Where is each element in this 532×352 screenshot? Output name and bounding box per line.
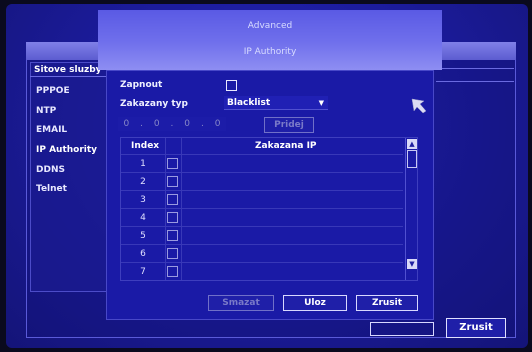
row-checkbox[interactable]: [167, 212, 178, 223]
dialog-titlebar: Advanced IP Authority: [98, 10, 442, 70]
ip-octet-1[interactable]: 0: [123, 119, 129, 129]
table-row[interactable]: 5: [121, 226, 403, 244]
ip-octet-2[interactable]: 0: [154, 119, 160, 129]
side-menu-header: Sitove sluzby: [34, 65, 102, 75]
table-row[interactable]: 4: [121, 208, 403, 226]
list-type-value: Blacklist: [227, 98, 271, 108]
side-menu: [30, 62, 112, 292]
side-menu-item-ntp[interactable]: NTP: [36, 106, 56, 116]
row-checkbox[interactable]: [167, 194, 178, 205]
table-row[interactable]: 7: [121, 262, 403, 280]
background-cancel-button[interactable]: Zrusit: [446, 318, 506, 338]
row-index: 3: [140, 195, 146, 205]
row-index: 4: [140, 213, 146, 223]
ip-octet-4[interactable]: 0: [215, 119, 221, 129]
row-checkbox[interactable]: [167, 230, 178, 241]
row-index: 5: [140, 231, 146, 241]
ip-address-input[interactable]: 0 . 0 . 0 . 0: [118, 117, 226, 131]
ip-separator-3: .: [200, 119, 204, 129]
background-panel-header: [436, 68, 514, 82]
cancel-button[interactable]: Zrusit: [356, 295, 418, 311]
scrollbar-thumb[interactable]: [407, 150, 417, 168]
row-checkbox[interactable]: [167, 176, 178, 187]
dialog-title: Advanced: [247, 21, 293, 31]
chevron-down-icon: ▼: [318, 99, 324, 107]
side-menu-item-ddns[interactable]: DDNS: [36, 165, 65, 175]
ip-separator-1: .: [140, 119, 143, 129]
table-header-index: Index: [131, 141, 160, 151]
side-menu-divider: [30, 76, 112, 77]
table-row[interactable]: 1: [121, 154, 403, 172]
side-menu-item-pppoe[interactable]: PPPOE: [36, 86, 70, 96]
table-header-ip: Zakazana IP: [255, 141, 317, 151]
side-menu-item-ip-authority[interactable]: IP Authority: [36, 145, 97, 155]
list-type-label: Zakazany typ: [120, 99, 188, 109]
add-ip-button[interactable]: Pridej: [264, 117, 314, 133]
row-checkbox[interactable]: [167, 158, 178, 169]
ip-table: Index Zakazana IP 1 2 3 4 5 6 7 ▲ ▼: [120, 137, 418, 281]
side-menu-item-email[interactable]: EMAIL: [36, 125, 67, 135]
row-index: 7: [140, 267, 146, 277]
table-row[interactable]: 6: [121, 244, 403, 262]
list-type-select[interactable]: Blacklist ▼: [224, 96, 328, 110]
enable-label: Zapnout: [120, 80, 163, 90]
ip-octet-3[interactable]: 0: [184, 119, 190, 129]
save-button[interactable]: Uloz: [283, 295, 347, 311]
mouse-cursor-icon: [411, 98, 427, 114]
scroll-down-icon[interactable]: ▼: [407, 259, 417, 269]
background-button[interactable]: [370, 322, 434, 336]
table-row[interactable]: 3: [121, 190, 403, 208]
dialog-subtitle: IP Authority: [243, 47, 297, 57]
row-index: 1: [140, 159, 146, 169]
row-index: 2: [140, 177, 146, 187]
table-row[interactable]: 2: [121, 172, 403, 190]
row-checkbox[interactable]: [167, 248, 178, 259]
table-scrollbar[interactable]: ▲ ▼: [405, 138, 417, 280]
enable-checkbox[interactable]: [226, 80, 237, 91]
side-menu-item-telnet[interactable]: Telnet: [36, 184, 67, 194]
row-checkbox[interactable]: [167, 266, 178, 277]
scroll-up-icon[interactable]: ▲: [407, 139, 417, 149]
row-index: 6: [140, 249, 146, 259]
delete-button[interactable]: Smazat: [208, 295, 274, 311]
ip-separator-2: .: [170, 119, 174, 129]
